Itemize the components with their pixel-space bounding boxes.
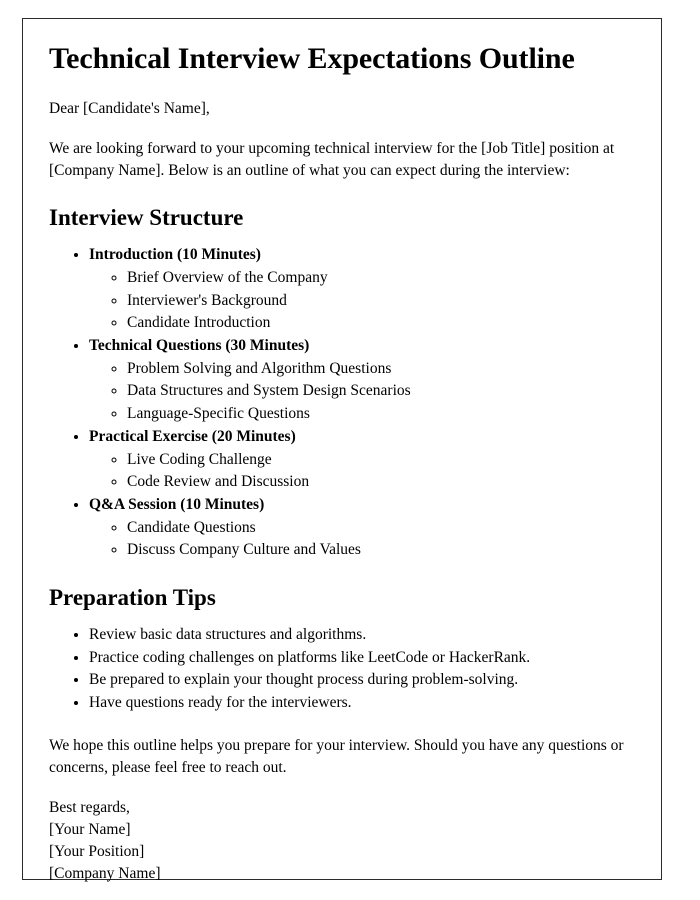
closing-paragraph: We hope this outline helps you prepare f… [49, 737, 624, 777]
list-item: Live Coding Challenge [127, 449, 637, 472]
interview-structure-list: Introduction (10 Minutes) Brief Overview… [49, 244, 637, 562]
sub-list: Candidate Questions Discuss Company Cult… [89, 517, 637, 562]
document-page-frame: Technical Interview Expectations Outline… [22, 18, 662, 882]
list-item: Practice coding challenges on platforms … [89, 647, 637, 670]
signature-line: [Your Position] [49, 843, 145, 861]
outline-item-label: Technical Questions (30 Minutes) [89, 336, 310, 354]
section-heading-preparation-tips: Preparation Tips [49, 584, 216, 610]
sub-list: Brief Overview of the Company Interviewe… [89, 267, 637, 335]
list-item: Introduction (10 Minutes) Brief Overview… [89, 244, 637, 335]
signature-line: [Your Name] [49, 821, 131, 839]
list-item: Review basic data structures and algorit… [89, 624, 637, 647]
document-body: Technical Interview Expectations Outline… [49, 41, 637, 885]
sub-list: Problem Solving and Algorithm Questions … [89, 358, 637, 426]
signature-block: Best regards, [Your Name] [Your Position… [49, 797, 637, 885]
signature-line: [Company Name] [49, 865, 161, 883]
list-item: Brief Overview of the Company [127, 267, 637, 290]
list-item: Be prepared to explain your thought proc… [89, 669, 637, 692]
list-item: Discuss Company Culture and Values [127, 539, 637, 562]
salutation-text: Dear [Candidate's Name], [49, 100, 210, 118]
list-item: Code Review and Discussion [127, 471, 637, 494]
list-item: Interviewer's Background [127, 290, 637, 313]
page-title: Technical Interview Expectations Outline [49, 42, 575, 75]
section-heading-interview-structure: Interview Structure [49, 205, 244, 231]
list-item: Technical Questions (30 Minutes) Problem… [89, 335, 637, 426]
sub-list: Live Coding Challenge Code Review and Di… [89, 449, 637, 494]
outline-item-label: Practical Exercise (20 Minutes) [89, 427, 296, 445]
list-item: Language-Specific Questions [127, 403, 637, 426]
list-item: Candidate Questions [127, 517, 637, 540]
outline-item-label: Introduction (10 Minutes) [89, 245, 261, 263]
intro-paragraph: We are looking forward to your upcoming … [49, 140, 615, 180]
signature-line: Best regards, [49, 799, 130, 817]
preparation-tips-list: Review basic data structures and algorit… [49, 624, 637, 716]
outline-item-label: Q&A Session (10 Minutes) [89, 495, 265, 513]
list-item: Data Structures and System Design Scenar… [127, 380, 637, 403]
list-item: Have questions ready for the interviewer… [89, 692, 637, 715]
list-item: Practical Exercise (20 Minutes) Live Cod… [89, 426, 637, 494]
list-item: Q&A Session (10 Minutes) Candidate Quest… [89, 494, 637, 562]
list-item: Candidate Introduction [127, 312, 637, 335]
list-item: Problem Solving and Algorithm Questions [127, 358, 637, 381]
